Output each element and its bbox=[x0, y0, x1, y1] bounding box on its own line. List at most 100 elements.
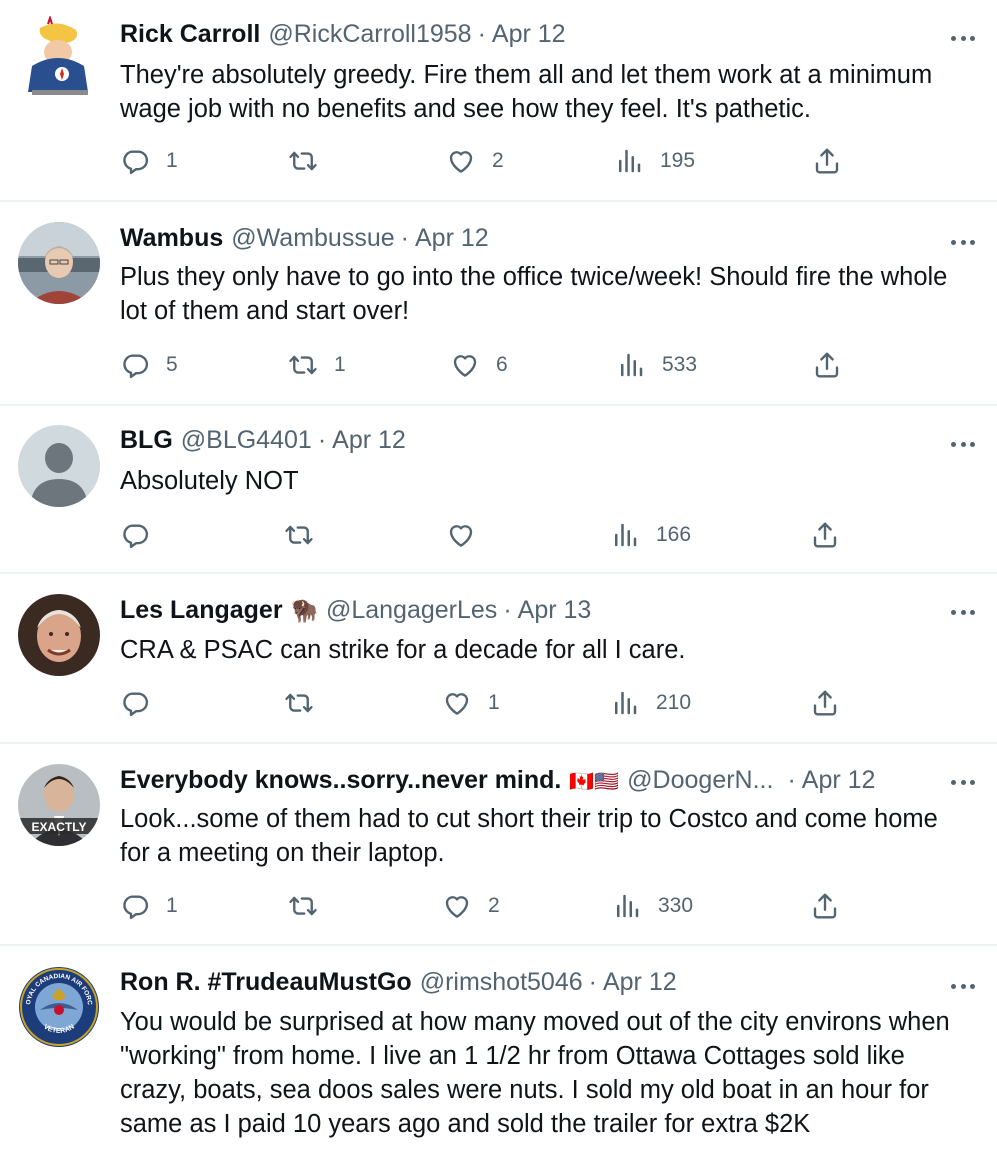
share-button[interactable] bbox=[812, 146, 842, 176]
like-count: 1 bbox=[488, 691, 500, 714]
share-icon bbox=[815, 352, 839, 378]
share-icon bbox=[813, 690, 837, 716]
tweet-date[interactable]: Apr 12 bbox=[802, 766, 876, 795]
tweet[interactable]: Wambus @Wambussue · Apr 12 Plus they onl… bbox=[0, 202, 997, 404]
more-options-icon[interactable] bbox=[951, 772, 975, 792]
tweet[interactable]: Les Langager 🦬 @LangagerLes · Apr 13 CRA… bbox=[0, 574, 997, 742]
more-options-icon[interactable] bbox=[951, 976, 975, 996]
avatar[interactable]: ROYAL CANADIAN AIR FORCE VETERAN bbox=[18, 966, 100, 1048]
display-name[interactable]: Everybody knows..sorry..never mind. bbox=[120, 766, 561, 795]
views-button[interactable]: 166 bbox=[610, 520, 691, 550]
retweet-icon bbox=[289, 896, 317, 916]
retweet-button[interactable] bbox=[288, 891, 334, 921]
tweet-date[interactable]: Apr 12 bbox=[415, 224, 489, 253]
avatar[interactable] bbox=[18, 425, 100, 507]
views-button[interactable]: 533 bbox=[616, 350, 697, 380]
retweet-count: 1 bbox=[334, 353, 346, 376]
separator-dot: · bbox=[503, 596, 512, 624]
tweet-date[interactable]: Apr 12 bbox=[492, 20, 566, 49]
like-button[interactable]: 6 bbox=[450, 350, 508, 380]
user-handle[interactable]: @LangagerLes bbox=[326, 596, 497, 625]
share-button[interactable] bbox=[810, 891, 840, 921]
like-button[interactable]: 2 bbox=[446, 146, 504, 176]
retweet-icon bbox=[289, 151, 317, 171]
photo-avatar-image: EXACTLY bbox=[18, 764, 100, 846]
flag-emoji-badge: 🇨🇦🇺🇸 bbox=[569, 771, 620, 793]
retweet-icon bbox=[285, 693, 313, 713]
tweet-text: They're absolutely greedy. Fire them all… bbox=[120, 61, 933, 123]
display-name[interactable]: Rick Carroll bbox=[120, 20, 260, 49]
views-button[interactable]: 195 bbox=[614, 146, 695, 176]
avatar[interactable] bbox=[18, 222, 100, 304]
separator-dot: · bbox=[400, 224, 409, 252]
tweet-text: Look...some of them had to cut short the… bbox=[120, 805, 938, 867]
separator-dot: · bbox=[588, 968, 597, 996]
share-button[interactable] bbox=[810, 688, 840, 718]
bison-emoji-badge: 🦬 bbox=[290, 598, 318, 623]
retweet-button[interactable]: 1 bbox=[288, 350, 346, 380]
avatar[interactable] bbox=[18, 16, 100, 98]
views-icon bbox=[621, 353, 643, 377]
display-name[interactable]: Wambus bbox=[120, 224, 223, 253]
tweet-date[interactable]: Apr 13 bbox=[518, 596, 592, 625]
views-icon bbox=[619, 149, 641, 173]
tweet[interactable]: BLG @BLG4401 · Apr 12 Absolutely NOT 166 bbox=[0, 406, 997, 572]
view-count: 210 bbox=[656, 691, 692, 714]
separator-dot: · bbox=[317, 426, 327, 454]
tweet-date[interactable]: Apr 12 bbox=[603, 968, 677, 997]
display-name[interactable]: Les Langager bbox=[120, 596, 283, 625]
tweet-text: CRA & PSAC can strike for a decade for a… bbox=[120, 636, 686, 664]
default-avatar-image bbox=[18, 425, 100, 507]
user-handle[interactable]: @RickCarroll1958 bbox=[268, 20, 471, 49]
heart-icon bbox=[449, 525, 473, 547]
retweet-button[interactable] bbox=[288, 146, 334, 176]
like-count: 2 bbox=[492, 149, 504, 172]
retweet-icon bbox=[285, 525, 313, 545]
more-options-icon[interactable] bbox=[951, 434, 975, 454]
like-count: 6 bbox=[496, 353, 508, 376]
view-count: 166 bbox=[656, 523, 692, 546]
avatar[interactable] bbox=[18, 594, 100, 676]
reply-button[interactable] bbox=[120, 688, 166, 718]
more-options-icon[interactable] bbox=[951, 28, 975, 48]
display-name[interactable]: BLG bbox=[120, 426, 173, 455]
tweet[interactable]: EXACTLY Everybody knows..sorry..never mi… bbox=[0, 744, 997, 944]
heart-icon bbox=[445, 693, 469, 715]
more-options-icon[interactable] bbox=[951, 602, 975, 622]
reply-button[interactable]: 5 bbox=[120, 350, 178, 380]
views-icon bbox=[617, 894, 639, 918]
heart-icon bbox=[445, 896, 469, 918]
heart-icon bbox=[449, 151, 473, 173]
retweet-button[interactable] bbox=[284, 520, 330, 550]
like-button[interactable]: 1 bbox=[442, 688, 500, 718]
share-button[interactable] bbox=[812, 350, 842, 380]
like-button[interactable]: 2 bbox=[442, 891, 500, 921]
reply-button[interactable]: 1 bbox=[120, 891, 178, 921]
views-icon bbox=[615, 691, 637, 715]
tweet-date[interactable]: Apr 12 bbox=[332, 426, 406, 455]
view-count: 330 bbox=[658, 894, 694, 917]
reply-count: 5 bbox=[166, 353, 178, 376]
avatar-caption: EXACTLY bbox=[32, 820, 87, 834]
reply-button[interactable] bbox=[120, 520, 166, 550]
user-handle[interactable]: @BLG4401 bbox=[181, 426, 312, 455]
tweet-text: You would be surprised at how many moved… bbox=[120, 1008, 950, 1138]
tweet[interactable]: Rick Carroll @RickCarroll1958 · Apr 12 T… bbox=[0, 0, 997, 200]
views-button[interactable]: 210 bbox=[610, 688, 691, 718]
retweet-icon bbox=[289, 355, 317, 375]
display-name[interactable]: Ron R. #TrudeauMustGo bbox=[120, 968, 412, 997]
reply-button[interactable]: 1 bbox=[120, 146, 178, 176]
user-handle[interactable]: @DoogerN... bbox=[627, 766, 773, 795]
reply-feed: Rick Carroll @RickCarroll1958 · Apr 12 T… bbox=[0, 0, 997, 1151]
tweet[interactable]: ROYAL CANADIAN AIR FORCE VETERAN Ron R. … bbox=[0, 946, 997, 1151]
avatar[interactable]: EXACTLY bbox=[18, 764, 100, 846]
views-button[interactable]: 330 bbox=[612, 891, 693, 921]
share-button[interactable] bbox=[810, 520, 840, 550]
rcaf-veteran-badge-image: ROYAL CANADIAN AIR FORCE VETERAN bbox=[18, 966, 99, 1047]
more-options-icon[interactable] bbox=[951, 232, 975, 252]
user-handle[interactable]: @Wambussue bbox=[231, 224, 394, 253]
user-handle[interactable]: @rimshot5046 bbox=[420, 968, 583, 997]
retweet-button[interactable] bbox=[284, 688, 330, 718]
cartoon-avatar-image bbox=[18, 16, 100, 98]
like-button[interactable] bbox=[446, 520, 492, 550]
